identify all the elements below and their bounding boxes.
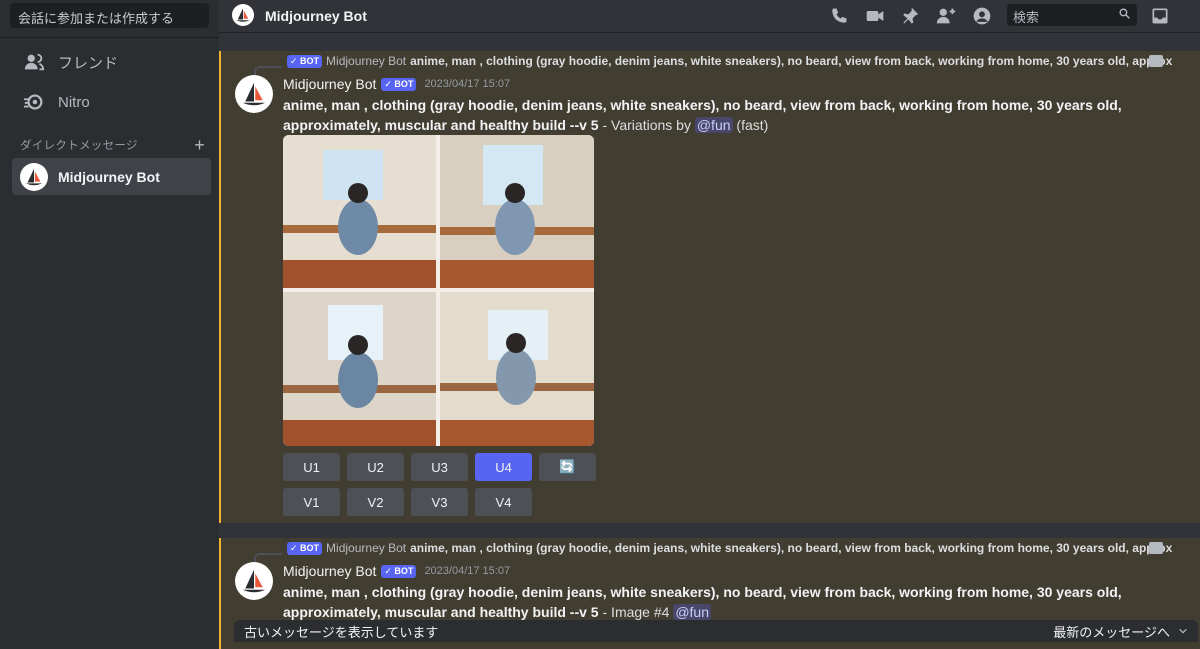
u2-button[interactable]: U2	[347, 453, 404, 481]
message-author[interactable]: Midjourney Bot	[283, 563, 376, 579]
user-mention[interactable]: @fun	[694, 117, 733, 133]
video-icon[interactable]	[864, 5, 886, 27]
reply-author: Midjourney Bot	[326, 541, 407, 555]
dm-section-header: ダイレクトメッセージ +	[20, 136, 205, 154]
pin-icon[interactable]	[899, 5, 921, 27]
bot-badge: ✓ BOT	[287, 541, 323, 555]
reply-author: Midjourney Bot	[326, 54, 407, 68]
speed-label: (fast)	[732, 117, 769, 133]
dm-item-midjourney-bot[interactable]: Midjourney Bot	[12, 158, 211, 195]
reply-text: anime, man , clothing (gray hoodie, deni…	[410, 541, 1173, 555]
message: ✓ BOT Midjourney Bot anime, man , clothi…	[219, 51, 1200, 523]
search-placeholder: 検索	[1013, 10, 1040, 25]
dm-sidebar: 会話に参加または作成する フレンド Nitro ダイレクトメッセージ + Mid…	[0, 0, 219, 649]
message-suffix: - Variations by	[598, 117, 695, 133]
jump-to-present-button[interactable]: 最新のメッセージへ	[1053, 622, 1188, 641]
channel-header: Midjourney Bot 検索	[219, 0, 1200, 33]
timestamp: 2023/04/17 15:07	[424, 78, 511, 90]
message-content: anime, man , clothing (gray hoodie, deni…	[283, 582, 1143, 622]
u1-button[interactable]: U1	[283, 453, 340, 481]
sidebar-item-nitro[interactable]: Nitro	[12, 84, 211, 120]
message-content: anime, man , clothing (gray hoodie, deni…	[283, 95, 1143, 135]
avatar	[232, 4, 254, 26]
image-icon	[1149, 542, 1163, 554]
u3-button[interactable]: U3	[411, 453, 468, 481]
inbox-icon[interactable]	[1149, 5, 1171, 27]
sidebar-item-label: Nitro	[58, 93, 90, 111]
friends-icon	[22, 50, 46, 74]
reply-preview[interactable]: ✓ BOT Midjourney Bot anime, man , clothi…	[283, 54, 1173, 68]
search-input[interactable]: 検索	[1007, 4, 1137, 26]
dm-item-label: Midjourney Bot	[58, 168, 160, 185]
nitro-icon	[22, 90, 46, 114]
generated-image-grid[interactable]	[283, 135, 594, 446]
reply-preview[interactable]: ✓ BOT Midjourney Bot anime, man , clothi…	[283, 541, 1173, 555]
avatar	[20, 162, 48, 191]
jump-label: 最新のメッセージへ	[1053, 624, 1170, 640]
bot-badge: ✓ BOT	[381, 77, 417, 91]
sidebar-item-friends[interactable]: フレンド	[12, 44, 211, 80]
reply-text: anime, man , clothing (gray hoodie, deni…	[410, 54, 1173, 68]
add-dm-button[interactable]: +	[194, 136, 205, 154]
reroll-button[interactable]: 🔄	[539, 453, 596, 481]
call-icon[interactable]	[828, 5, 850, 27]
sidebar-item-label: フレンド	[58, 54, 119, 72]
search-icon	[1118, 7, 1131, 23]
upscale-button-row: U1 U2 U3 U4 🔄	[283, 453, 596, 481]
timestamp: 2023/04/17 15:07	[424, 565, 511, 577]
conversation-search[interactable]: 会話に参加または作成する	[10, 3, 209, 28]
bot-badge: ✓ BOT	[381, 564, 417, 578]
user-mention[interactable]: @fun	[673, 604, 711, 620]
message-suffix: - Image #4	[598, 604, 674, 620]
bot-badge: ✓ BOT	[287, 54, 323, 68]
add-friend-icon[interactable]	[935, 5, 957, 27]
v2-button[interactable]: V2	[347, 488, 404, 516]
sidebar-divider	[0, 37, 219, 38]
message-list: ✓ BOT Midjourney Bot anime, man , clothi…	[219, 33, 1200, 649]
v1-button[interactable]: V1	[283, 488, 340, 516]
dm-header-label: ダイレクトメッセージ	[20, 140, 138, 152]
avatar[interactable]	[235, 562, 273, 600]
chevron-down-icon	[1178, 624, 1188, 639]
message-header: Midjourney Bot ✓ BOT 2023/04/17 15:07	[283, 76, 510, 92]
avatar[interactable]	[235, 75, 273, 113]
message-author[interactable]: Midjourney Bot	[283, 76, 376, 92]
old-messages-banner: 古いメッセージを表示しています 最新のメッセージへ	[234, 620, 1198, 642]
v4-button[interactable]: V4	[475, 488, 532, 516]
profile-icon[interactable]	[971, 5, 993, 27]
message-header: Midjourney Bot ✓ BOT 2023/04/17 15:07	[283, 563, 510, 579]
discord-app: 会話に参加または作成する フレンド Nitro ダイレクトメッセージ + Mid…	[0, 0, 1200, 649]
variation-button-row: V1 V2 V3 V4	[283, 488, 532, 516]
u4-button[interactable]: U4	[475, 453, 532, 481]
old-messages-label: 古いメッセージを表示しています	[244, 624, 439, 640]
v3-button[interactable]: V3	[411, 488, 468, 516]
page-title: Midjourney Bot	[265, 8, 367, 24]
image-icon	[1149, 55, 1163, 67]
